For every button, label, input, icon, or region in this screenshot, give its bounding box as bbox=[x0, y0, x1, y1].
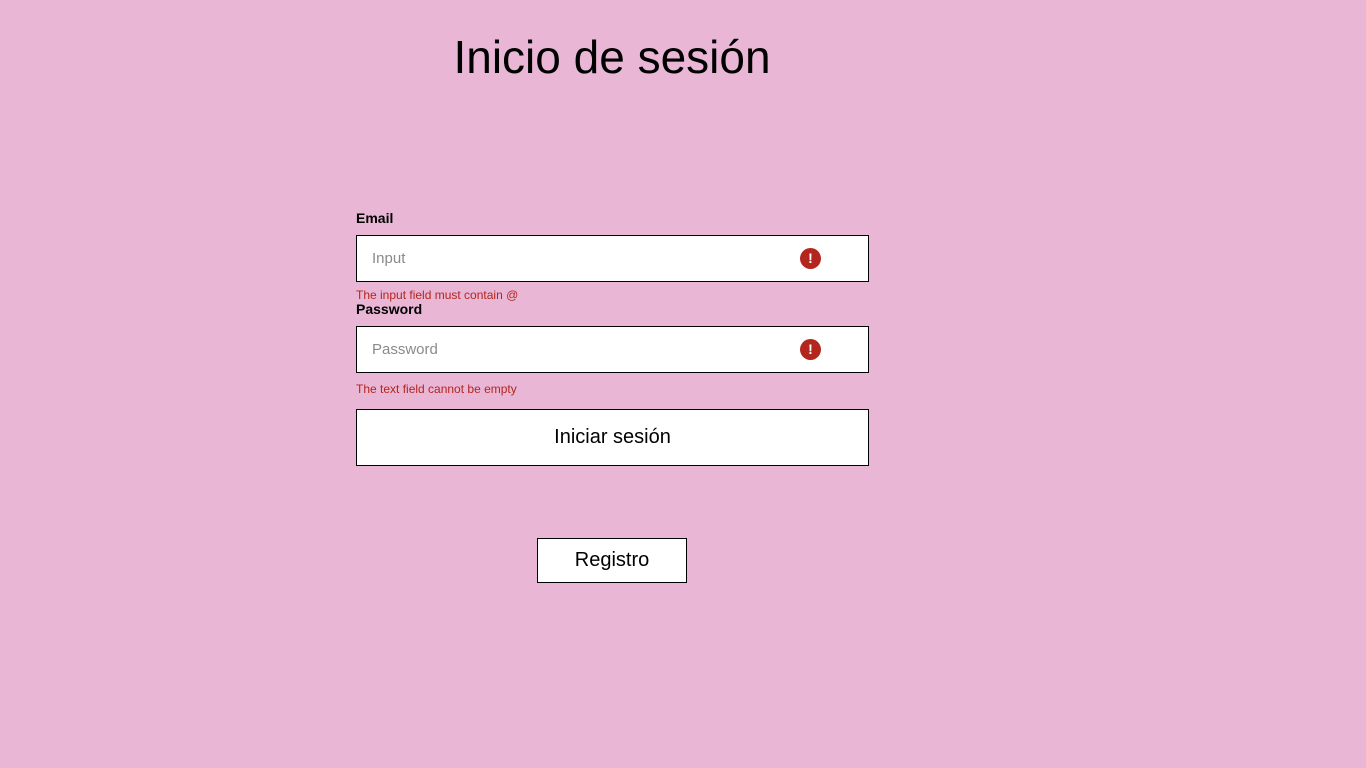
password-input[interactable] bbox=[357, 327, 792, 372]
email-label: Email bbox=[356, 210, 394, 226]
password-input-container: ! bbox=[356, 326, 869, 373]
register-button[interactable]: Registro bbox=[537, 538, 687, 583]
email-error-message: The input field must contain @ bbox=[356, 288, 519, 302]
password-label: Password bbox=[356, 301, 423, 317]
error-icon: ! bbox=[800, 248, 821, 269]
login-page: Inicio de sesión Email ! The input field… bbox=[0, 0, 1366, 768]
login-button[interactable]: Iniciar sesión bbox=[356, 409, 869, 466]
email-input-container: ! bbox=[356, 235, 869, 282]
page-title: Inicio de sesión bbox=[453, 31, 771, 83]
error-icon: ! bbox=[800, 339, 821, 360]
email-input[interactable] bbox=[357, 236, 792, 281]
password-error-message: The text field cannot be empty bbox=[356, 382, 517, 396]
